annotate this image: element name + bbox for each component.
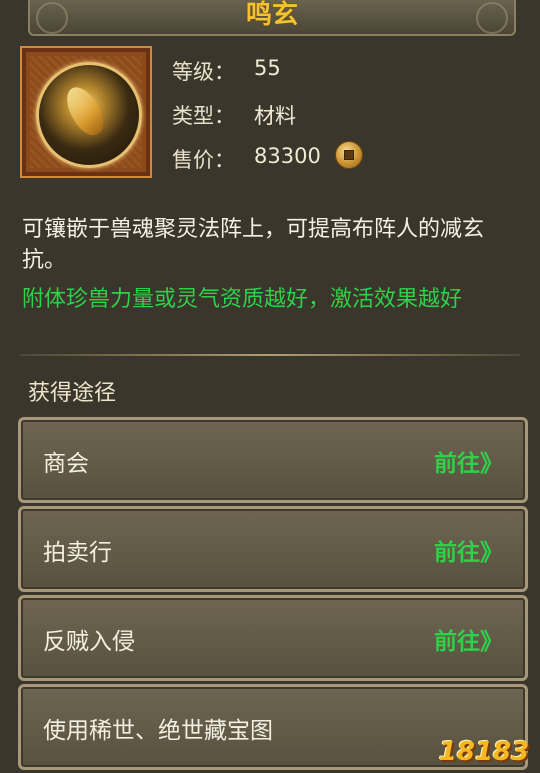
route-label: 反贼入侵	[43, 629, 135, 655]
route-auction-button[interactable]: 拍卖行 前往》	[18, 506, 528, 592]
route-label: 商会	[43, 451, 89, 477]
level-label: 等级：	[172, 60, 235, 84]
go-link[interactable]: 前往》	[434, 533, 503, 567]
item-description: 可镶嵌于兽魂聚灵法阵上，可提高布阵人的减玄抗。	[22, 217, 485, 273]
effect-note: 附体珍兽力量或灵气资质越好，激活效果越好	[22, 287, 463, 312]
type-value: 材料	[254, 104, 296, 128]
go-link[interactable]: 前往》	[434, 444, 503, 478]
level-value: 55	[254, 56, 281, 80]
title-bar: 鸣玄	[28, 0, 516, 36]
route-invasion-button[interactable]: 反贼入侵 前往》	[18, 595, 528, 681]
route-label: 使用稀世、绝世藏宝图	[43, 718, 273, 744]
item-name: 鸣玄	[245, 0, 298, 30]
watermark-text: 18183	[438, 737, 530, 767]
obtain-section-title: 获得途径	[28, 381, 117, 406]
type-label: 类型：	[172, 104, 235, 128]
divider	[20, 354, 520, 356]
route-label: 拍卖行	[43, 540, 112, 566]
copper-coin-icon	[335, 141, 363, 169]
price-label: 售价：	[172, 148, 235, 172]
item-icon-frame	[20, 46, 152, 178]
item-tooltip-panel: 鸣玄 等级： 55 类型： 材料 售价： 83300 可镶嵌于兽魂聚灵法阵上，可…	[0, 0, 540, 773]
site-watermark-logo: 18183	[438, 725, 530, 767]
go-link[interactable]: 前往》	[434, 622, 503, 656]
item-orb-icon	[36, 62, 142, 168]
route-shanghui-button[interactable]: 商会 前往》	[18, 417, 528, 503]
price-value: 83300	[254, 144, 321, 168]
